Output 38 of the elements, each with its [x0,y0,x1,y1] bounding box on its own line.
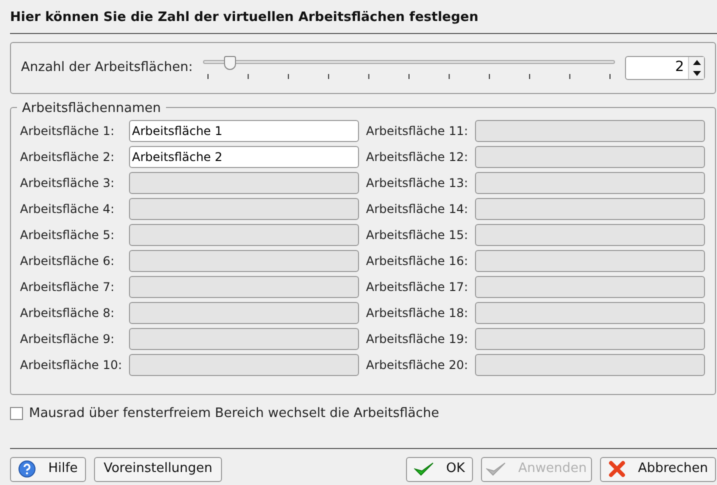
field-label: Arbeitsfläche 10: [20,356,124,374]
field-label: Arbeitsfläche 11: [366,122,470,140]
checkbox[interactable] [10,407,23,420]
field-label: Arbeitsfläche 17: [366,278,470,296]
checkmark-icon [486,461,506,477]
close-icon [608,460,626,478]
field-label: Arbeitsfläche 9: [20,330,116,348]
help-button[interactable]: Hilfe [10,456,86,482]
field-label: Arbeitsfläche 13: [366,174,470,192]
field-label: Arbeitsfläche 6: [20,252,116,270]
field-label: Arbeitsfläche 7: [20,278,116,296]
field-label: Arbeitsfläche 2: [20,148,116,166]
confirm-button[interactable]: OK [406,456,473,482]
spin-value: 2 [674,58,685,77]
field-label: Arbeitsfläche 15: [366,226,470,244]
spin-box[interactable]: 2 [624,56,705,80]
cancel-button[interactable]: Abbrechen [600,456,716,482]
slider-thumb[interactable] [224,56,236,70]
defaults-button[interactable]: Voreinstellungen [94,456,222,482]
field-label: Arbeitsfläche 12: [366,148,470,166]
dialog-heading: Hier können Sie die Zahl der virtuellen Arbeitsflächen festlegen [10,9,480,27]
field-label: Arbeitsfläche 16: [366,252,470,270]
checkmark-icon [414,461,434,477]
slider[interactable] [202,56,615,70]
field-label: Arbeitsfläche 20: [366,356,470,374]
input-field[interactable]: Arbeitsfläche 2 [129,146,359,168]
field-label: Arbeitsfläche 3: [20,174,116,192]
field-label: Arbeitsfläche 14: [366,200,470,218]
input-field[interactable]: Arbeitsfläche 1 [129,120,359,142]
field-label: Arbeitsfläche 1: [20,122,116,140]
field-label: Arbeitsfläche 5: [20,226,116,244]
field-label: Arbeitsfläche 19: [366,330,470,348]
checkbox-label: Mausrad über fensterfreiem Bereich wechselt die Arbeitsfläche [29,404,440,423]
field-label: Arbeitsfläche 8: [20,304,116,322]
field-label: Arbeitsfläche 4: [20,200,116,218]
count-label: Anzahl der Arbeitsflächen: [21,58,193,77]
help-icon [18,460,36,478]
field-label: Arbeitsfläche 18: [366,304,470,322]
